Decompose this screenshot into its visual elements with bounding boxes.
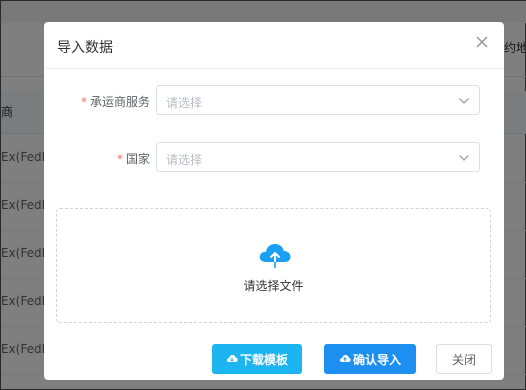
cloud-upload-icon bbox=[339, 355, 351, 362]
cloud-download-icon bbox=[226, 355, 238, 362]
file-upload-area[interactable]: 请选择文件 bbox=[56, 208, 491, 323]
country-placeholder: 请选择 bbox=[166, 153, 203, 167]
required-mark: * bbox=[80, 95, 87, 109]
carrier-service-field: * 承运商服务 请选择 bbox=[44, 85, 504, 117]
required-mark: * bbox=[116, 152, 123, 166]
carrier-service-label: * 承运商服务 bbox=[80, 95, 150, 109]
chevron-down-icon bbox=[459, 98, 469, 104]
dialog-title: 导入数据 bbox=[57, 40, 113, 56]
upload-prompt: 请选择文件 bbox=[243, 279, 304, 293]
download-template-button[interactable]: 下载模板 bbox=[212, 344, 302, 374]
carrier-service-placeholder: 请选择 bbox=[166, 96, 203, 110]
country-select[interactable]: 请选择 bbox=[156, 142, 480, 172]
country-label: * 国家 bbox=[116, 152, 150, 166]
dialog-header: 导入数据 bbox=[44, 22, 504, 69]
chevron-down-icon bbox=[459, 155, 469, 161]
cloud-upload-icon bbox=[259, 244, 291, 268]
country-field: * 国家 请选择 bbox=[44, 142, 504, 174]
import-data-dialog: 导入数据 * 承运商服务 请选择 * 国家 请选择 请选择文件 下载模板 确认导… bbox=[44, 22, 504, 380]
confirm-import-button[interactable]: 确认导入 bbox=[324, 344, 416, 374]
close-icon[interactable] bbox=[474, 34, 490, 50]
carrier-service-select[interactable]: 请选择 bbox=[156, 85, 480, 115]
download-template-label: 下载模板 bbox=[239, 352, 288, 367]
confirm-import-label: 确认导入 bbox=[352, 352, 401, 367]
close-button[interactable]: 关闭 bbox=[436, 344, 492, 374]
